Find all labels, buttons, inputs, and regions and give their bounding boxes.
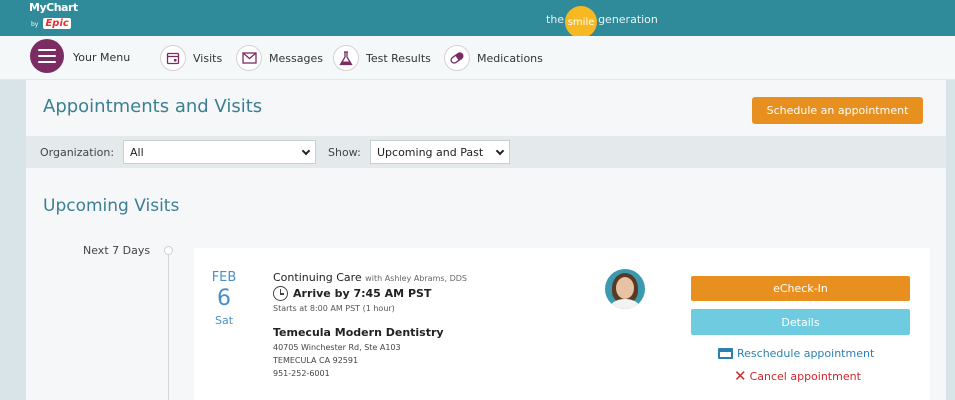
- show-select[interactable]: Upcoming and Past: [370, 140, 510, 164]
- close-icon: ✕: [734, 367, 747, 385]
- address-line-1: 40705 Winchester Rd, Ste A103: [273, 343, 401, 352]
- address-line-2: TEMECULA CA 92591: [273, 356, 359, 365]
- calendar-icon: [160, 45, 186, 71]
- upcoming-visits-title: Upcoming Visits: [43, 196, 180, 216]
- nav-item-label: Medications: [477, 51, 543, 65]
- arrival-time-text: Arrive by 7:45 AM PST: [293, 287, 432, 300]
- menu-label[interactable]: Your Menu: [73, 51, 130, 64]
- show-label: Show:: [328, 146, 361, 159]
- timeline-label: Next 7 Days: [83, 244, 151, 257]
- logo-by-text: by: [31, 21, 39, 28]
- show-select-value: Upcoming and Past: [377, 146, 484, 159]
- location-name: Temecula Modern Dentistry: [273, 326, 444, 339]
- menu-button[interactable]: [30, 39, 64, 73]
- clock-icon: [273, 286, 288, 301]
- pill-icon: [444, 45, 470, 71]
- chevron-down-icon: [301, 146, 311, 156]
- schedule-appointment-button[interactable]: Schedule an appointment: [752, 97, 923, 124]
- nav-item-visits[interactable]: Visits: [160, 44, 222, 72]
- flask-icon: [333, 45, 359, 71]
- hamburger-icon-bar: [38, 49, 56, 51]
- timeline-line: [168, 254, 169, 400]
- nav-item-test-results[interactable]: Test Results: [333, 44, 431, 72]
- hamburger-icon-bar: [38, 61, 56, 63]
- reschedule-link[interactable]: Reschedule appointment: [718, 347, 874, 360]
- logo-epic-text: Epic: [43, 18, 71, 29]
- smile-generation-logo: the smile generation: [546, 6, 658, 38]
- brand-the: the: [546, 12, 565, 26]
- appointments-panel: Appointments and Visits Schedule an appo…: [26, 80, 946, 400]
- hamburger-icon-bar: [38, 55, 56, 57]
- reschedule-icon: [718, 348, 733, 359]
- provider-avatar: [605, 269, 645, 309]
- cancel-link-text: Cancel appointment: [749, 370, 861, 383]
- main-nav: Your Menu Visits Messages Test Results M…: [0, 36, 955, 80]
- location-phone: 951-252-6001: [273, 369, 330, 378]
- chevron-down-icon: [495, 146, 505, 156]
- organization-select-value: All: [130, 146, 144, 159]
- appointment-month: FEB: [211, 270, 237, 285]
- nav-item-label: Messages: [269, 51, 323, 65]
- organization-select[interactable]: All: [123, 140, 316, 164]
- filter-bar: Organization: All Show: Upcoming and Pas…: [26, 136, 946, 168]
- appointment-day: 6: [217, 286, 231, 311]
- start-time: Starts at 8:00 AM PST (1 hour): [273, 304, 395, 313]
- nav-item-messages[interactable]: Messages: [236, 44, 323, 72]
- visit-type-name: Continuing Care: [273, 271, 362, 284]
- organization-label: Organization:: [40, 146, 115, 159]
- nav-item-medications[interactable]: Medications: [444, 44, 543, 72]
- echeckin-button[interactable]: eCheck-In: [691, 276, 910, 301]
- top-banner: MyChart by Epic the smile generation: [0, 0, 955, 38]
- brand-generation: generation: [598, 12, 658, 26]
- mychart-logo[interactable]: MyChart by Epic: [29, 2, 78, 29]
- brand-smile: smile: [565, 6, 598, 38]
- appointment-card[interactable]: FEB 6 Sat Continuing Care with Ashley Ab…: [194, 248, 930, 400]
- nav-item-label: Test Results: [366, 51, 431, 65]
- timeline-dot: [164, 246, 173, 255]
- visit-type: Continuing Care with Ashley Abrams, DDS: [273, 271, 467, 284]
- page-title: Appointments and Visits: [43, 96, 263, 117]
- arrival-time: Arrive by 7:45 AM PST: [273, 286, 431, 301]
- details-button[interactable]: Details: [691, 309, 910, 335]
- logo-mychart-text: MyChart: [29, 1, 78, 14]
- provider-name: with Ashley Abrams, DDS: [365, 274, 468, 283]
- reschedule-link-text: Reschedule appointment: [737, 347, 875, 360]
- appointment-weekday: Sat: [214, 314, 234, 327]
- nav-item-label: Visits: [193, 51, 223, 65]
- cancel-link[interactable]: ✕ Cancel appointment: [734, 369, 861, 384]
- envelope-icon: [236, 45, 262, 71]
